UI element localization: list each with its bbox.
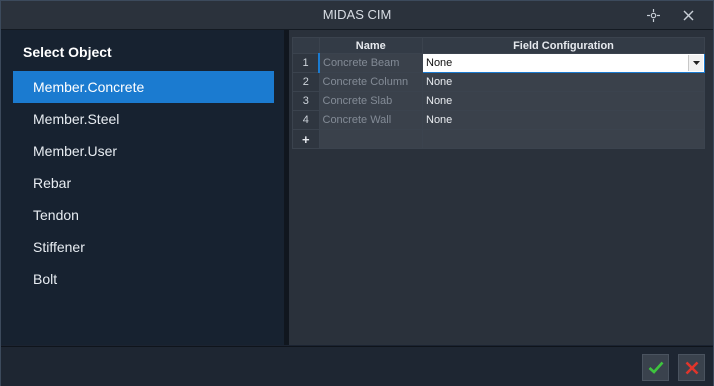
panel-title: Select Object [23, 44, 112, 60]
config-grid: Name Field Configuration 1 Concrete Beam… [292, 37, 705, 149]
object-panel: Select Object Member.Concrete Member.Ste… [1, 30, 284, 345]
window: MIDAS CIM Select Object Member.Concrete … [0, 0, 714, 386]
grid-header-row: Name Field Configuration [292, 37, 705, 54]
field-config-select[interactable]: None [422, 53, 705, 73]
name-cell[interactable]: Concrete Slab [318, 91, 423, 111]
table-row: 4 Concrete Wall None [292, 110, 705, 130]
new-name-cell[interactable] [318, 129, 423, 149]
name-column-header[interactable]: Name [318, 37, 423, 54]
chevron-down-icon[interactable] [688, 55, 703, 71]
new-field-cell[interactable] [422, 129, 705, 149]
object-item-bolt[interactable]: Bolt [13, 263, 274, 295]
add-row[interactable]: + [292, 129, 705, 149]
check-icon [648, 361, 663, 374]
name-cell[interactable]: Concrete Column [318, 72, 423, 92]
object-item-member-concrete[interactable]: Member.Concrete [13, 71, 274, 103]
move-icon[interactable] [639, 1, 667, 29]
add-row-button[interactable]: + [292, 129, 320, 149]
table-row: 3 Concrete Slab None [292, 91, 705, 111]
ok-button[interactable] [642, 354, 669, 381]
table-row: 2 Concrete Column None [292, 72, 705, 92]
field-config-cell[interactable]: None [422, 91, 705, 111]
row-number: 2 [292, 72, 320, 92]
window-title: MIDAS CIM [322, 7, 392, 22]
name-cell[interactable]: Concrete Wall [318, 110, 423, 130]
title-bar: MIDAS CIM [1, 1, 713, 30]
object-item-tendon[interactable]: Tendon [13, 199, 274, 231]
footer-bar [1, 346, 713, 386]
object-item-rebar[interactable]: Rebar [13, 167, 274, 199]
object-item-member-steel[interactable]: Member.Steel [13, 103, 274, 135]
field-config-value: None [426, 57, 453, 69]
name-cell[interactable]: Concrete Beam [318, 53, 423, 73]
row-number: 4 [292, 110, 320, 130]
row-number: 1 [292, 53, 320, 73]
table-row: 1 Concrete Beam None [292, 53, 705, 73]
row-number-header [292, 37, 320, 54]
cancel-button[interactable] [678, 354, 705, 381]
field-column-header[interactable]: Field Configuration [422, 37, 705, 54]
object-item-member-user[interactable]: Member.User [13, 135, 274, 167]
close-icon[interactable] [674, 1, 702, 29]
object-item-stiffener[interactable]: Stiffener [13, 231, 274, 263]
object-list: Member.Concrete Member.Steel Member.User… [13, 71, 274, 295]
field-config-cell[interactable]: None [422, 72, 705, 92]
config-panel: Name Field Configuration 1 Concrete Beam… [289, 30, 713, 345]
row-number: 3 [292, 91, 320, 111]
x-icon [685, 361, 698, 374]
field-config-cell[interactable]: None [422, 110, 705, 130]
